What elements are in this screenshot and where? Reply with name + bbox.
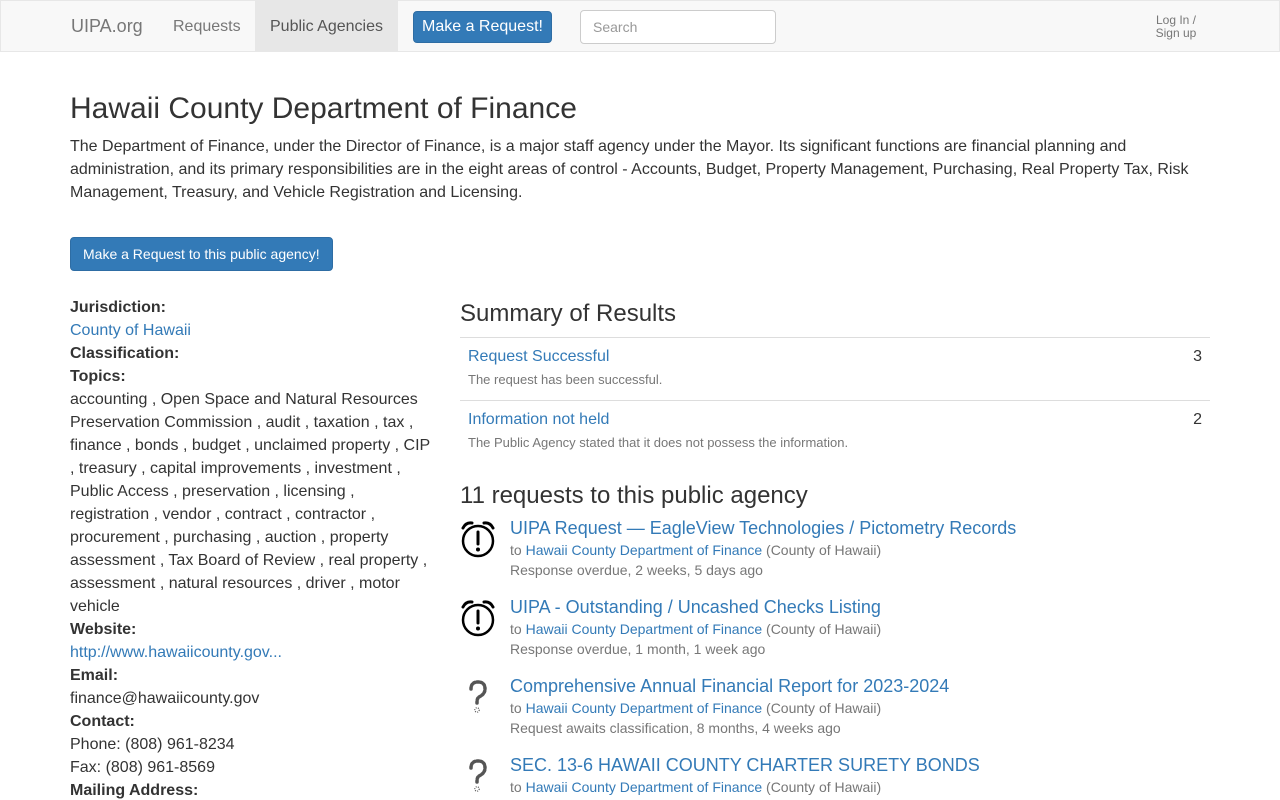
to-prefix: to <box>510 700 522 716</box>
website-label: Website: <box>70 621 137 638</box>
phone-value: Phone: (808) 961-8234 <box>70 736 235 753</box>
request-item: UIPA - Outstanding / Uncashed Checks Lis… <box>460 595 1210 674</box>
request-title-link[interactable]: SEC. 13-6 HAWAII COUNTY CHARTER SURETY B… <box>510 753 1210 777</box>
summary-row-count: 2 <box>1193 411 1202 428</box>
agency-info-sidebar: Jurisdiction: County of Hawaii Classific… <box>70 296 435 800</box>
alarm-clock-icon <box>461 600 495 637</box>
to-prefix: to <box>510 779 522 795</box>
email-value: finance@hawaiicounty.gov <box>70 690 260 707</box>
nav-public-agencies[interactable]: Public Agencies <box>255 1 398 52</box>
summary-row-title[interactable]: Information not held <box>468 410 1202 430</box>
summary-title: Summary of Results <box>460 300 677 327</box>
email-label: Email: <box>70 667 119 684</box>
jurisdiction-link[interactable]: County of Hawaii <box>70 322 191 339</box>
agency-link[interactable]: Hawaii County Department of Finance <box>526 779 763 795</box>
request-status: Response overdue, 2 weeks, 5 days ago <box>510 562 763 578</box>
make-request-to-agency-button[interactable]: Make a Request to this public agency! <box>70 237 333 271</box>
signup-label: Sign up <box>1155 26 1197 40</box>
request-title-link[interactable]: UIPA Request — EagleView Technologies / … <box>510 516 1210 540</box>
page-title: Hawaii County Department of Finance <box>70 92 577 125</box>
requests-heading: 11 requests to this public agency <box>460 482 808 509</box>
request-item: SEC. 13-6 HAWAII COUNTY CHARTER SURETY B… <box>460 753 1210 800</box>
nav-requests[interactable]: Requests <box>158 1 256 52</box>
alarm-clock-icon <box>461 521 495 558</box>
contact-label: Contact: <box>70 713 135 730</box>
top-navbar: UIPA.org Requests Public Agencies Make a… <box>0 0 1280 52</box>
request-recipient: to Hawaii County Department of Finance (… <box>510 777 1210 797</box>
to-prefix: to <box>510 621 522 637</box>
request-status: Response overdue, 1 month, 1 week ago <box>510 641 766 657</box>
mailing-address-label: Mailing Address: <box>70 782 199 799</box>
summary-row-desc: The request has been successful. <box>468 372 663 387</box>
request-title-link[interactable]: Comprehensive Annual Financial Report fo… <box>510 674 1210 698</box>
summary-row-count: 3 <box>1193 348 1202 365</box>
request-item: UIPA Request — EagleView Technologies / … <box>460 516 1210 595</box>
agency-description: The Department of Finance, under the Dir… <box>70 138 1189 201</box>
question-mark-icon <box>469 680 487 713</box>
make-request-button[interactable]: Make a Request! <box>413 11 552 43</box>
search-input[interactable] <box>580 10 776 44</box>
summary-row: Request Successful The request has been … <box>460 337 1210 400</box>
login-signup-link[interactable]: Log In / Sign up <box>1141 14 1211 40</box>
summary-row: Information not held The Public Agency s… <box>460 400 1210 463</box>
summary-list: Request Successful The request has been … <box>460 337 1210 463</box>
fax-value: Fax: (808) 961-8569 <box>70 759 215 776</box>
request-item: Comprehensive Annual Financial Report fo… <box>460 674 1210 753</box>
request-recipient: to Hawaii County Department of Finance (… <box>510 698 1210 718</box>
request-title-link[interactable]: UIPA - Outstanding / Uncashed Checks Lis… <box>510 595 1210 619</box>
topics-label: Topics: <box>70 368 126 385</box>
agency-link[interactable]: Hawaii County Department of Finance <box>526 542 763 558</box>
question-mark-icon <box>469 759 487 792</box>
topics-list: accounting , Open Space and Natural Reso… <box>70 391 430 615</box>
request-status: Request awaits classification, 8 months,… <box>510 720 841 736</box>
jurisdiction-text: (County of Hawaii) <box>766 621 882 637</box>
summary-row-title[interactable]: Request Successful <box>468 347 1202 367</box>
request-recipient: to Hawaii County Department of Finance (… <box>510 619 1210 639</box>
to-prefix: to <box>510 542 522 558</box>
website-link[interactable]: http://www.hawaiicounty.gov... <box>70 644 282 661</box>
brand-logo[interactable]: UIPA.org <box>71 16 143 37</box>
jurisdiction-text: (County of Hawaii) <box>766 779 882 795</box>
request-recipient: to Hawaii County Department of Finance (… <box>510 540 1210 560</box>
agency-link[interactable]: Hawaii County Department of Finance <box>526 700 763 716</box>
jurisdiction-label: Jurisdiction: <box>70 299 167 316</box>
login-label: Log In / <box>1155 13 1197 27</box>
jurisdiction-text: (County of Hawaii) <box>766 542 882 558</box>
summary-row-desc: The Public Agency stated that it does no… <box>468 435 849 450</box>
classification-label: Classification: <box>70 345 180 362</box>
request-list: UIPA Request — EagleView Technologies / … <box>460 516 1210 800</box>
agency-link[interactable]: Hawaii County Department of Finance <box>526 621 763 637</box>
jurisdiction-text: (County of Hawaii) <box>766 700 882 716</box>
